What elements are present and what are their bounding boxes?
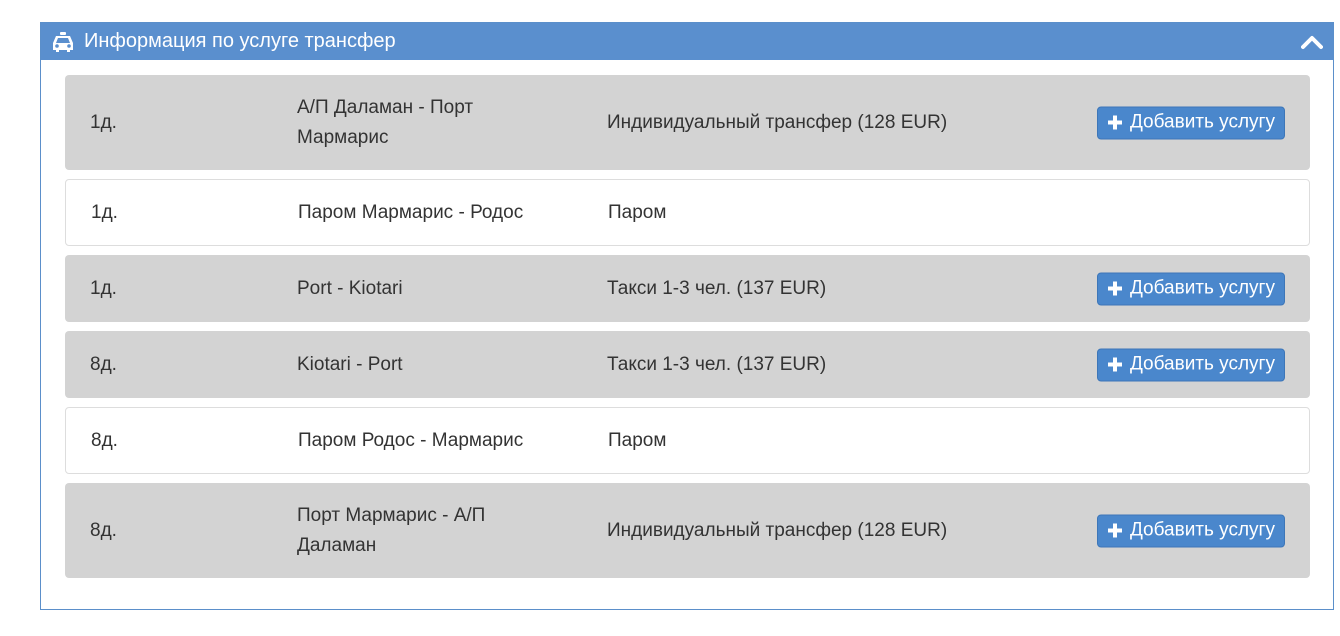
row-service: Такси 1-3 чел. (137 EUR) xyxy=(607,353,827,375)
row-service: Такси 1-3 чел. (137 EUR) xyxy=(607,277,827,299)
add-service-button[interactable]: Добавить услугу xyxy=(1096,272,1285,305)
row-service: Индивидуальный трансфер (128 EUR) xyxy=(607,519,948,541)
row-route: Паром Родос - Мармарис xyxy=(298,429,524,451)
row-route: Kiotari - Port xyxy=(297,353,403,375)
plus-icon xyxy=(1106,356,1124,374)
row-route: Паром Мармарис - Родос xyxy=(298,201,524,223)
row-route: Port - Kiotari xyxy=(297,277,403,299)
panel-header[interactable]: Информация по услуге трансфер xyxy=(41,23,1333,60)
row-service: Паром xyxy=(608,429,667,451)
chevron-up-icon[interactable] xyxy=(1299,29,1325,55)
add-service-button[interactable]: Добавить услугу xyxy=(1096,348,1285,381)
add-service-button[interactable]: Добавить услугу xyxy=(1096,514,1285,547)
transfer-row: 8д. Kiotari - Port Такси 1-3 чел. (137 E… xyxy=(65,331,1310,398)
panel-title: Информация по услуге трансфер xyxy=(84,30,396,52)
transfer-row: 8д. Паром Родос - Мармарис Паром xyxy=(65,407,1310,474)
add-service-label: Добавить услугу xyxy=(1129,277,1275,299)
add-service-label: Добавить услугу xyxy=(1129,111,1275,133)
transfer-row: 1д. Паром Мармарис - Родос Паром xyxy=(65,179,1310,246)
add-service-label: Добавить услугу xyxy=(1129,519,1275,541)
plus-icon xyxy=(1106,114,1124,132)
add-service-label: Добавить услугу xyxy=(1129,353,1275,375)
row-day: 8д. xyxy=(91,429,118,451)
transfer-row: 8д. Порт Мармарис - А/П Даламан Индивиду… xyxy=(65,483,1310,578)
plus-icon xyxy=(1106,522,1124,540)
row-service: Индивидуальный трансфер (128 EUR) xyxy=(607,111,948,133)
car-icon xyxy=(50,30,76,54)
transfer-row: 1д. Port - Kiotari Такси 1-3 чел. (137 E… xyxy=(65,255,1310,322)
transfer-row: 1д. А/П Даламан - Порт Мармарис Индивиду… xyxy=(65,75,1310,170)
row-route: Порт Мармарис - А/П Даламан xyxy=(297,504,486,556)
transfer-info-panel: Информация по услуге трансфер 1д. А/П Да… xyxy=(40,22,1334,610)
row-day: 1д. xyxy=(90,111,117,133)
add-service-button[interactable]: Добавить услугу xyxy=(1096,106,1285,139)
plus-icon xyxy=(1106,280,1124,298)
row-day: 1д. xyxy=(90,277,117,299)
row-service: Паром xyxy=(608,201,667,223)
row-day: 1д. xyxy=(91,201,118,223)
row-route: А/П Даламан - Порт Мармарис xyxy=(297,96,474,148)
row-day: 8д. xyxy=(90,353,117,375)
row-day: 8д. xyxy=(90,519,117,541)
